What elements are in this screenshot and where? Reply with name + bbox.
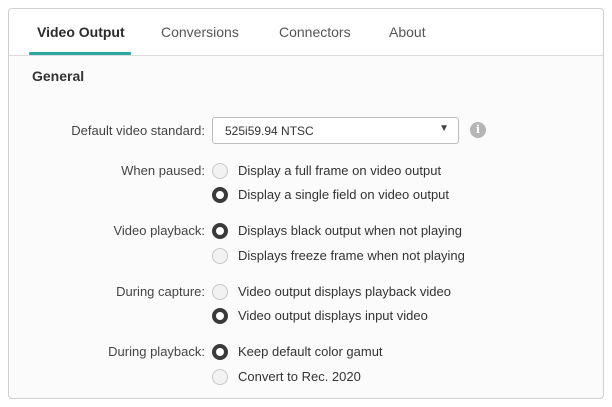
radio-button-selected[interactable] xyxy=(212,187,228,203)
when-paused-label: When paused: xyxy=(121,163,205,178)
video-standard-value: 525i59.94 NTSC xyxy=(225,124,314,138)
during-playback-label: During playback: xyxy=(108,344,205,359)
radio-button-unselected[interactable] xyxy=(212,163,228,179)
video-standard-select[interactable]: 525i59.94 NTSC ▼ xyxy=(212,117,459,144)
radio-button-unselected[interactable] xyxy=(212,369,228,385)
tab-bar: Video Output Conversions Connectors Abou… xyxy=(9,9,603,56)
tab-about[interactable]: About xyxy=(389,24,426,40)
radio-button-unselected[interactable] xyxy=(212,284,228,300)
radio-button-selected[interactable] xyxy=(212,344,228,360)
tab-connectors[interactable]: Connectors xyxy=(279,24,351,40)
active-tab-indicator xyxy=(29,52,131,55)
during-capture-label: During capture: xyxy=(116,284,205,299)
radio-button-selected[interactable] xyxy=(212,308,228,324)
radio-button-unselected[interactable] xyxy=(212,248,228,264)
radio-button-selected[interactable] xyxy=(212,223,228,239)
default-video-standard-label: Default video standard: xyxy=(71,123,205,138)
settings-panel: Video Output Conversions Connectors Abou… xyxy=(8,8,604,399)
tab-conversions[interactable]: Conversions xyxy=(161,24,239,40)
section-title: General xyxy=(32,68,85,84)
info-icon[interactable]: i xyxy=(470,122,486,138)
video-playback-label: Video playback: xyxy=(113,223,205,238)
tab-video-output[interactable]: Video Output xyxy=(37,24,125,40)
chevron-down-icon: ▼ xyxy=(439,123,449,134)
